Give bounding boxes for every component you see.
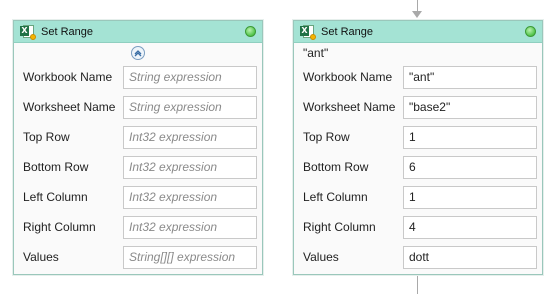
- top-row-input[interactable]: Int32 expression: [123, 126, 257, 149]
- bottom-row-input[interactable]: 6: [403, 156, 537, 179]
- property-row: Right Column Int32 expression: [14, 216, 262, 239]
- activity-title: Set Range: [321, 25, 373, 38]
- property-row: Worksheet Name String expression: [14, 96, 262, 119]
- property-row: Right Column 4: [294, 216, 542, 239]
- property-label: Bottom Row: [303, 160, 369, 174]
- activity-title: Set Range: [41, 25, 93, 38]
- outgoing-connector-line: [417, 274, 418, 294]
- activity-header[interactable]: X Set Range: [14, 21, 262, 43]
- left-column-input[interactable]: Int32 expression: [123, 186, 257, 209]
- property-label: Bottom Row: [23, 160, 89, 174]
- activity-display-name[interactable]: "ant": [294, 43, 542, 64]
- property-label: Right Column: [303, 220, 376, 234]
- property-label: Top Row: [23, 130, 70, 144]
- status-ok-icon: [525, 26, 536, 37]
- activity-header[interactable]: X Set Range: [294, 21, 542, 43]
- property-label: Workbook Name: [303, 70, 393, 84]
- bottom-row-input[interactable]: Int32 expression: [123, 156, 257, 179]
- worksheet-name-input[interactable]: "base2": [403, 96, 537, 119]
- excel-icon: X: [300, 24, 316, 40]
- worksheet-name-input[interactable]: String expression: [123, 96, 257, 119]
- property-label: Right Column: [23, 220, 96, 234]
- excel-icon: X: [20, 24, 36, 40]
- property-label: Top Row: [303, 130, 350, 144]
- property-row: Bottom Row Int32 expression: [14, 156, 262, 179]
- top-row-input[interactable]: 1: [403, 126, 537, 149]
- property-row: Left Column 1: [294, 186, 542, 209]
- property-label: Worksheet Name: [23, 100, 116, 114]
- property-label: Values: [23, 250, 59, 264]
- connector-arrow-icon: [412, 11, 422, 18]
- property-row: Worksheet Name "base2": [294, 96, 542, 119]
- property-row: Left Column Int32 expression: [14, 186, 262, 209]
- property-label: Worksheet Name: [303, 100, 396, 114]
- property-row: Top Row 1: [294, 126, 542, 149]
- property-label: Left Column: [23, 190, 88, 204]
- right-column-input[interactable]: Int32 expression: [123, 216, 257, 239]
- property-row: Workbook Name "ant": [294, 66, 542, 89]
- workbook-name-input[interactable]: "ant": [403, 66, 537, 89]
- property-row: Values dott: [294, 246, 542, 269]
- collapse-icon[interactable]: [131, 46, 145, 60]
- set-range-activity-left[interactable]: X Set Range Workbook Name String express…: [13, 20, 263, 275]
- property-label: Values: [303, 250, 339, 264]
- property-label: Workbook Name: [23, 70, 113, 84]
- workbook-name-input[interactable]: String expression: [123, 66, 257, 89]
- property-label: Left Column: [303, 190, 368, 204]
- set-range-activity-right[interactable]: X Set Range "ant" Workbook Name "ant" Wo…: [293, 20, 543, 275]
- right-column-input[interactable]: 4: [403, 216, 537, 239]
- left-column-input[interactable]: 1: [403, 186, 537, 209]
- property-row: Values String[][] expression: [14, 246, 262, 269]
- property-row: Top Row Int32 expression: [14, 126, 262, 149]
- status-ok-icon: [245, 26, 256, 37]
- property-row: Bottom Row 6: [294, 156, 542, 179]
- values-input[interactable]: dott: [403, 246, 537, 269]
- values-input[interactable]: String[][] expression: [123, 246, 257, 269]
- property-row: Workbook Name String expression: [14, 66, 262, 89]
